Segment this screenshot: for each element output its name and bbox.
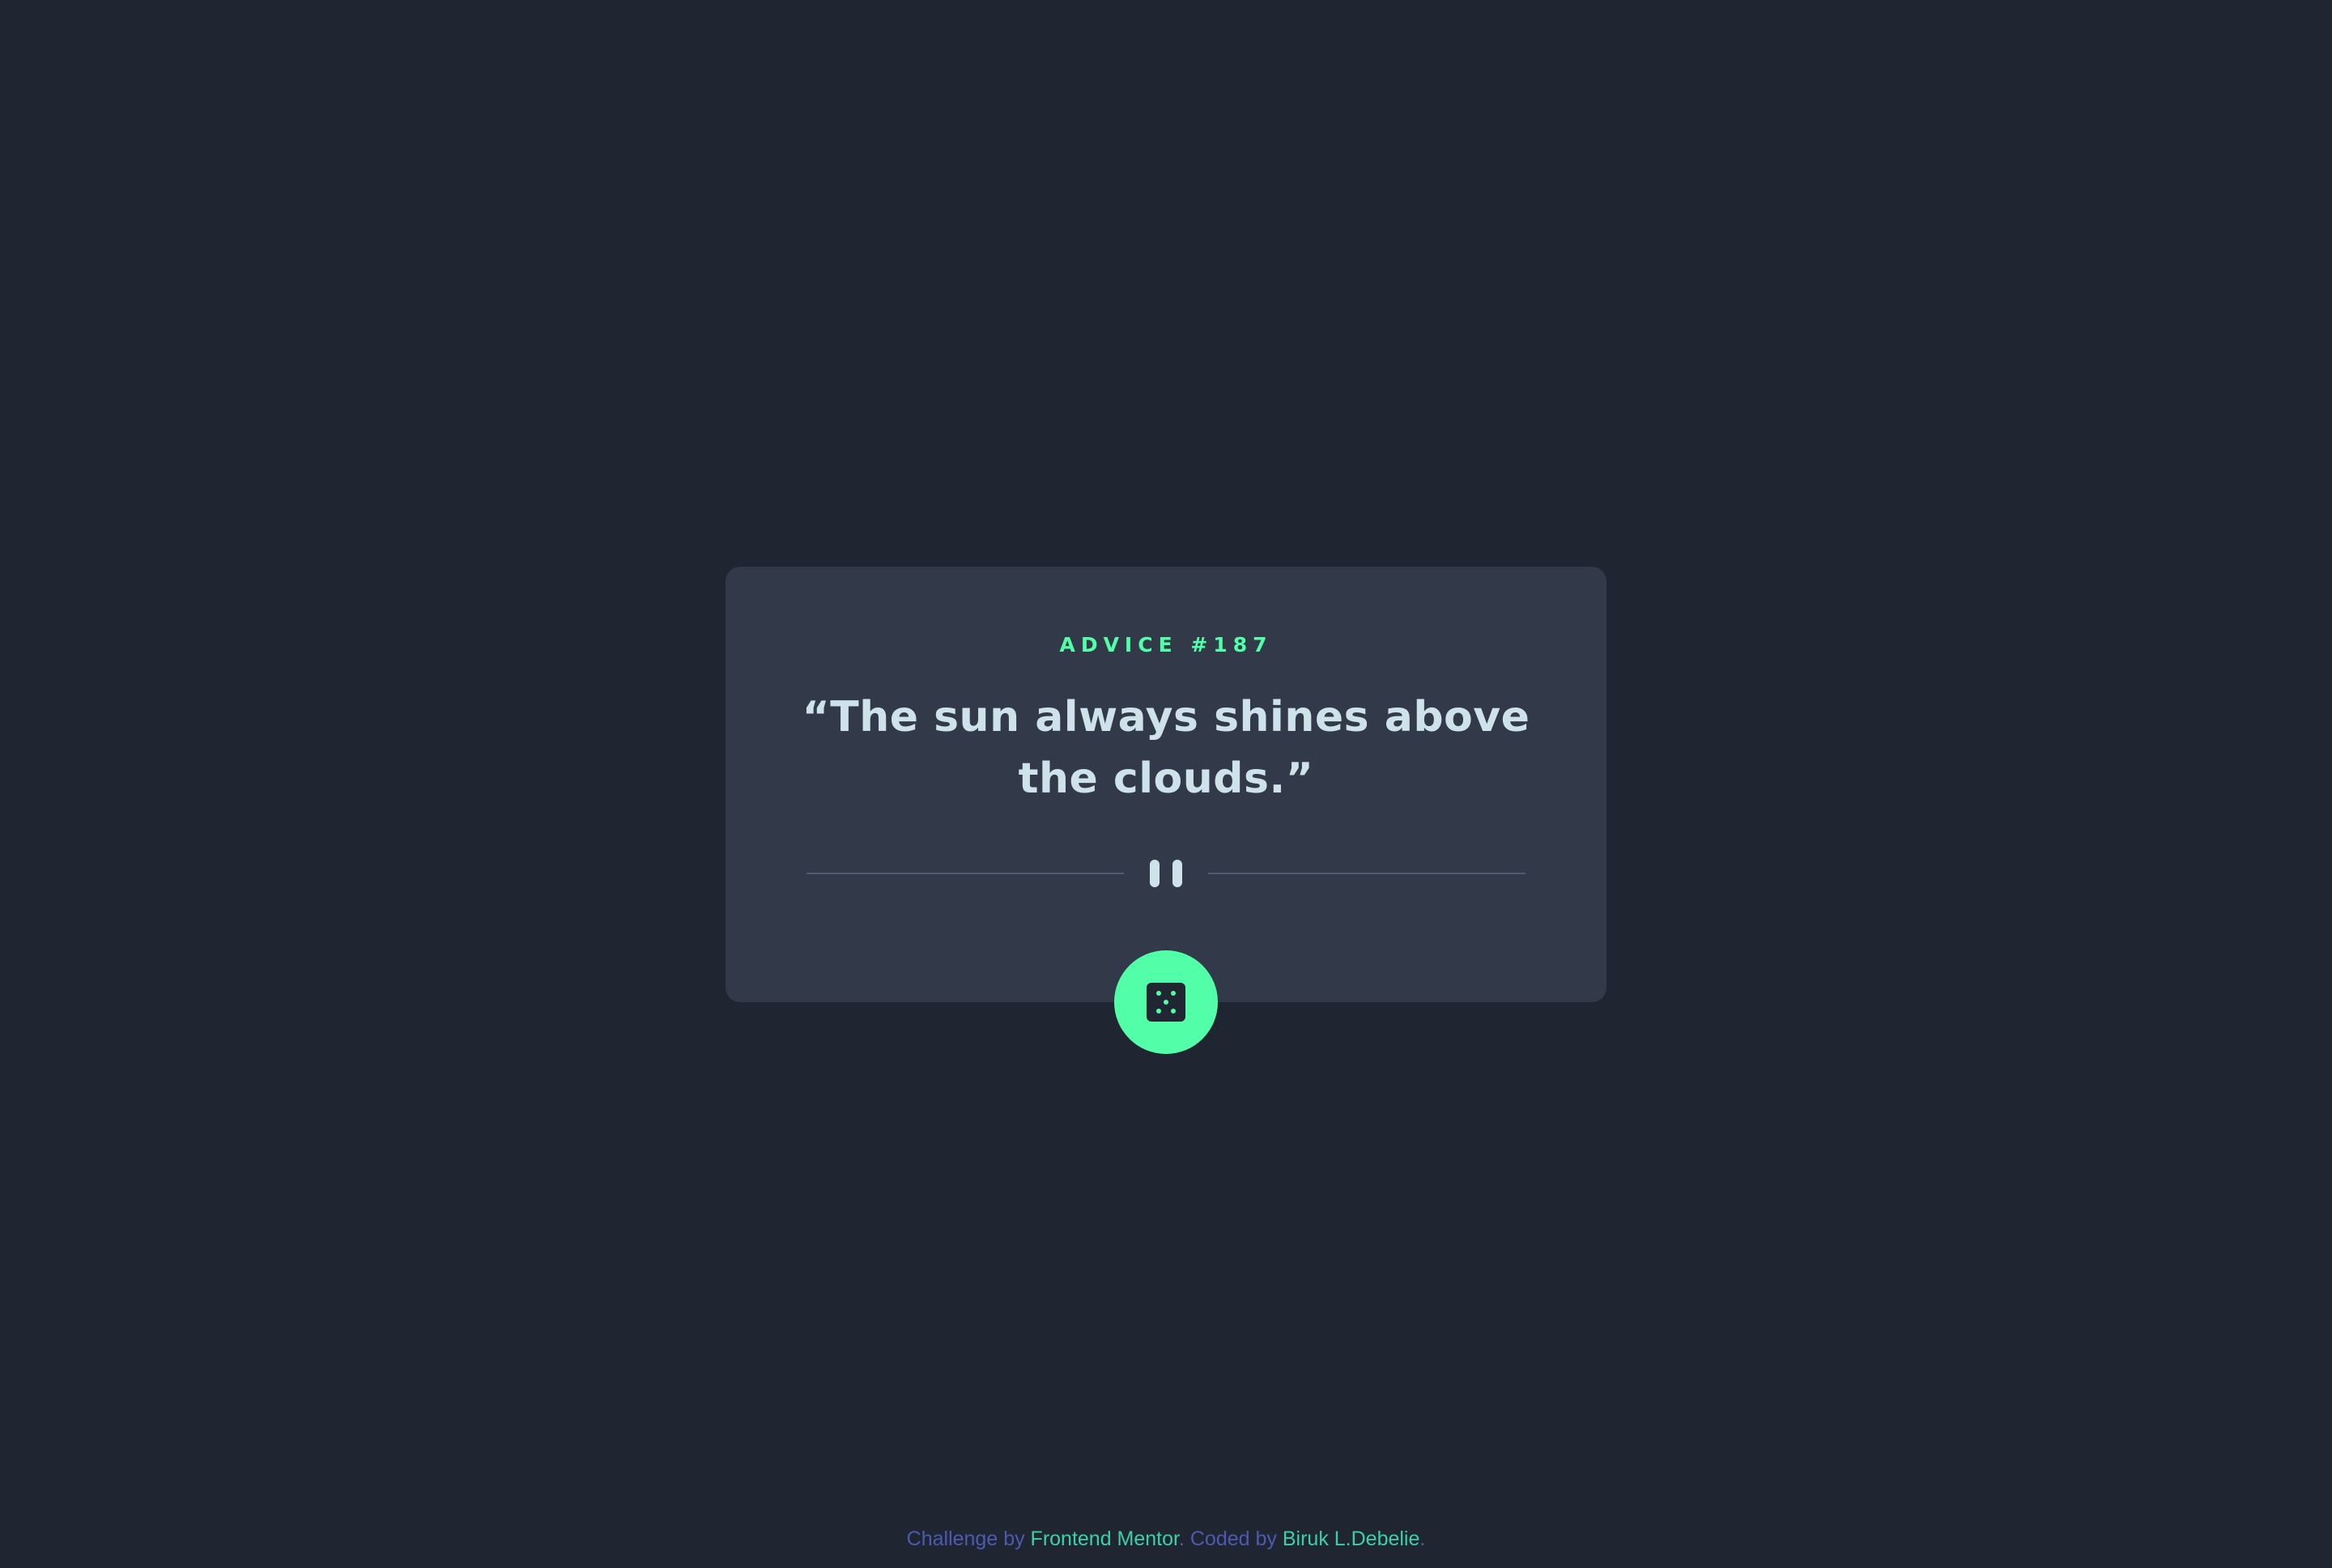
advice-number-label: ADVICE #187 bbox=[1059, 633, 1273, 657]
frontend-mentor-link[interactable]: Frontend Mentor bbox=[1031, 1528, 1179, 1550]
divider-line-right bbox=[1208, 873, 1526, 874]
page: ADVICE #187 “The sun always shines above… bbox=[0, 0, 2332, 1568]
attribution-footer: Challenge by Frontend Mentor. Coded by B… bbox=[0, 1525, 2332, 1553]
advice-quote: “The sun always shines above the clouds.… bbox=[802, 693, 1530, 803]
footer-suffix: . bbox=[1419, 1528, 1426, 1550]
generate-advice-button[interactable] bbox=[1114, 950, 1218, 1054]
dice-icon bbox=[1147, 983, 1185, 1022]
challenge-by-text: Challenge by bbox=[906, 1528, 1025, 1550]
divider-line-left bbox=[806, 873, 1124, 874]
pause-icon bbox=[1148, 860, 1184, 887]
author-link[interactable]: Biruk L.Debelie bbox=[1283, 1528, 1420, 1550]
coded-by-text: . Coded by bbox=[1178, 1528, 1277, 1550]
